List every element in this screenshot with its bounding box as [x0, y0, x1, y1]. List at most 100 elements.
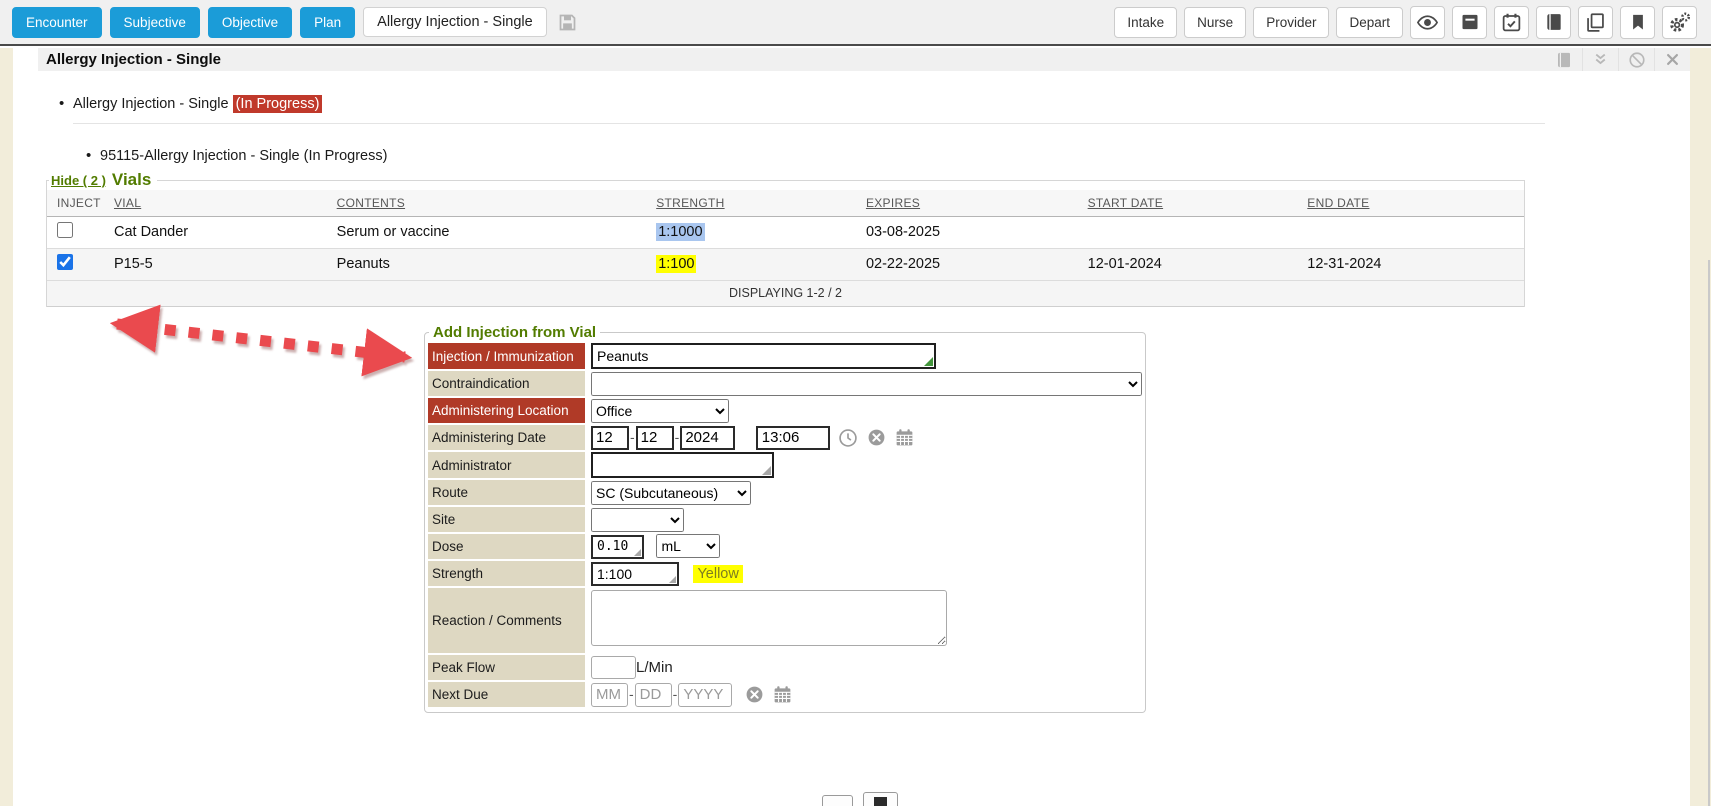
close-x-icon[interactable] — [1654, 48, 1690, 71]
clock-icon[interactable] — [838, 428, 858, 448]
form-row-next-due: Next Due -- — [428, 681, 1142, 708]
col-inject: INJECT — [47, 190, 104, 216]
toolbar-right-group: Intake Nurse Provider Depart — [1114, 6, 1697, 39]
strength-color-note: Yellow — [693, 565, 742, 583]
admin-date-day-input[interactable] — [636, 426, 674, 450]
form-row-strength: Strength Yellow — [428, 560, 1142, 587]
eye-icon[interactable] — [1410, 6, 1445, 39]
vials-title: Vials — [112, 170, 151, 189]
form-row-administrator: Administrator — [428, 451, 1142, 479]
contraindication-select[interactable] — [591, 372, 1142, 396]
status-badge: (In Progress) — [233, 95, 323, 113]
clear-date-x-circle-icon[interactable] — [867, 428, 886, 447]
subjective-button[interactable]: Subjective — [110, 7, 200, 38]
vial-name: Cat Dander — [104, 216, 327, 248]
form-row-admin-date: Administering Date -- — [428, 424, 1142, 451]
col-contents[interactable]: CONTENTS — [327, 190, 647, 216]
col-expires[interactable]: EXPIRES — [856, 190, 1078, 216]
divider — [73, 123, 1545, 124]
injection-label: Injection / Immunization — [428, 343, 585, 370]
vial-strength: 1:1000 — [656, 223, 704, 241]
form-row-route: Route SC (Subcutaneous) — [428, 479, 1142, 506]
administering-location-select[interactable]: Office — [591, 399, 729, 423]
administrator-label: Administrator — [428, 451, 585, 479]
nurse-button[interactable]: Nurse — [1184, 7, 1246, 38]
location-label: Administering Location — [428, 397, 585, 424]
vial-contents: Peanuts — [327, 248, 647, 280]
book-icon[interactable] — [1536, 6, 1571, 39]
vials-section: Hide ( 2 ) Vials INJECT VIAL CONTENTS STR… — [46, 170, 1525, 307]
vials-pagination-row: DISPLAYING 1-2 / 2 — [47, 280, 1524, 306]
admin-date-month-input[interactable] — [591, 426, 629, 450]
objective-button[interactable]: Objective — [208, 7, 292, 38]
peak-flow-unit: L/Min — [636, 659, 673, 676]
panel-book-icon[interactable] — [1546, 48, 1582, 71]
vial-expires: 03-08-2025 — [856, 216, 1078, 248]
scrollbar-track[interactable] — [1708, 260, 1710, 806]
vial-expires: 02-22-2025 — [856, 248, 1078, 280]
collapse-double-chevron-icon[interactable] — [1582, 48, 1618, 71]
col-end-date[interactable]: END DATE — [1297, 190, 1524, 216]
form-row-location: Administering Location Office — [428, 397, 1142, 424]
intake-button[interactable]: Intake — [1114, 7, 1177, 38]
bookmark-icon[interactable] — [1620, 6, 1655, 39]
vials-table: INJECT VIAL CONTENTS STRENGTH EXPIRES ST… — [47, 190, 1524, 307]
left-margin-strip — [0, 48, 13, 806]
administrator-input[interactable] — [591, 452, 774, 478]
col-vial[interactable]: VIAL — [104, 190, 327, 216]
depart-button[interactable]: Depart — [1336, 7, 1403, 38]
encounter-button[interactable]: Encounter — [12, 7, 102, 38]
peak-flow-input[interactable] — [591, 656, 636, 679]
outline-item: Allergy Injection - Single (In Progress) — [73, 96, 322, 112]
form-row-site: Site — [428, 506, 1142, 533]
next-due-month-input[interactable] — [591, 683, 628, 707]
inject-checkbox[interactable] — [57, 254, 73, 270]
form-row-contraindication: Contraindication — [428, 370, 1142, 397]
top-toolbar: Encounter Subjective Objective Plan Alle… — [0, 0, 1711, 46]
partial-button[interactable] — [863, 792, 898, 806]
dose-label: Dose — [428, 533, 585, 560]
route-select[interactable]: SC (Subcutaneous) — [591, 481, 751, 505]
reaction-comments-textarea[interactable] — [591, 590, 947, 646]
col-start-date[interactable]: START DATE — [1078, 190, 1298, 216]
form-legend: Add Injection from Vial — [429, 324, 600, 341]
form-selector[interactable]: Allergy Injection - Single — [363, 7, 547, 37]
clear-next-due-x-circle-icon[interactable] — [745, 685, 764, 704]
provider-button[interactable]: Provider — [1253, 7, 1329, 38]
dose-unit-select[interactable]: mL — [656, 534, 720, 558]
admin-date-year-input[interactable] — [680, 426, 735, 450]
strength-input[interactable] — [591, 562, 679, 586]
button-icon — [874, 797, 887, 806]
vials-legend: Hide ( 2 ) Vials — [49, 170, 157, 190]
calendar-check-icon[interactable] — [1494, 6, 1529, 39]
inject-checkbox[interactable] — [57, 222, 73, 238]
vials-header-row: INJECT VIAL CONTENTS STRENGTH EXPIRES ST… — [47, 190, 1524, 216]
page-title: Allergy Injection - Single — [46, 51, 221, 68]
settings-gears-icon[interactable] — [1662, 6, 1697, 39]
copy-pages-icon[interactable] — [1578, 6, 1613, 39]
screen: Encounter Subjective Objective Plan Alle… — [0, 0, 1711, 806]
plan-button[interactable]: Plan — [300, 7, 355, 38]
save-icon[interactable] — [557, 12, 578, 33]
strength-label: Strength — [428, 560, 585, 587]
site-select[interactable] — [591, 508, 684, 532]
outline-item-text: Allergy Injection - Single — [73, 96, 229, 112]
next-due-calendar-icon[interactable] — [772, 684, 793, 705]
vial-row-cat-dander: Cat Dander Serum or vaccine 1:1000 03-08… — [47, 216, 1524, 248]
admin-time-input[interactable] — [756, 426, 830, 450]
peak-flow-label: Peak Flow — [428, 654, 585, 681]
admin-date-label: Administering Date — [428, 424, 585, 451]
partial-button[interactable] — [822, 795, 853, 806]
archive-box-icon[interactable] — [1452, 6, 1487, 39]
dose-input[interactable] — [591, 535, 644, 559]
calendar-picker-icon[interactable] — [894, 427, 915, 448]
hide-vials-link[interactable]: Hide ( 2 ) — [51, 173, 106, 188]
injection-input[interactable] — [591, 343, 936, 369]
col-strength[interactable]: STRENGTH — [646, 190, 856, 216]
next-due-year-input[interactable] — [678, 683, 732, 707]
next-due-day-input[interactable] — [635, 683, 672, 707]
form-row-dose: Dose mL — [428, 533, 1142, 560]
outline-sub-item-text: 95115-Allergy Injection - Single (In Pro… — [100, 148, 387, 164]
disable-circle-slash-icon[interactable] — [1618, 48, 1654, 71]
outline-sub-item: 95115-Allergy Injection - Single (In Pro… — [100, 148, 387, 164]
